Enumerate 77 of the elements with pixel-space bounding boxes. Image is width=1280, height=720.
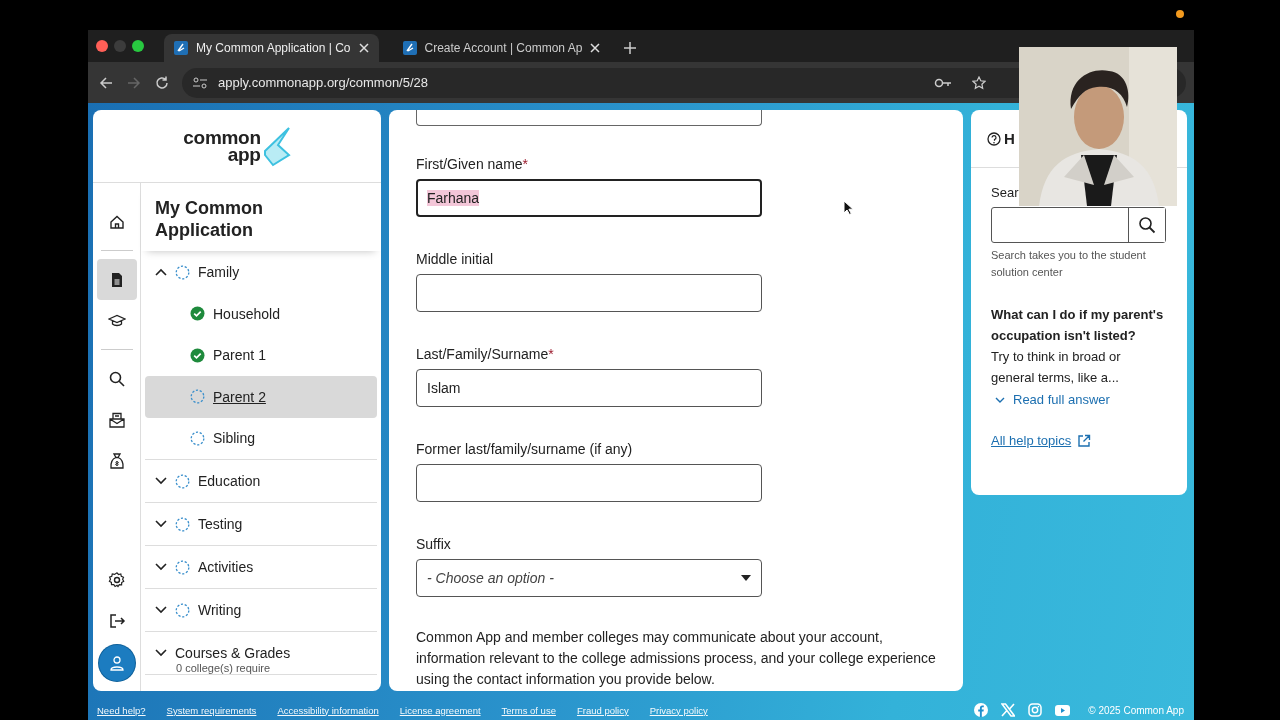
browser-tab[interactable]: Create Account | Common Ap [392,34,611,62]
chevron-up-icon [155,268,167,276]
input-field[interactable] [416,274,762,312]
section-item[interactable]: Education [145,460,377,502]
site-settings-icon[interactable] [192,75,208,90]
browser-tab[interactable]: My Common Application | Co [164,34,379,62]
subsection-item[interactable]: Household [145,293,377,335]
notice-text: Common App and member colleges may communicate about your account, information relevant to the college admissions process, and your college experience using the contact information you provide below. [416,628,936,689]
field-label: First/Given name* [416,155,530,173]
key-icon[interactable] [934,76,952,89]
maximize-window-icon[interactable] [132,40,144,52]
search-button[interactable] [1128,208,1165,242]
search-hint: Search takes you to the student solution center [991,248,1147,280]
url-text: apply.commonapp.org/common/5/28 [218,75,429,90]
document-button[interactable] [96,259,137,300]
search-label: Sear [991,185,1020,201]
profile-button[interactable] [98,645,135,681]
help-topics-link[interactable]: All help topics [991,433,1072,448]
back-icon[interactable] [98,74,114,91]
copyright-text: © 2025 Common App [1088,704,1184,716]
star-icon[interactable] [972,75,986,90]
new-tab-icon[interactable] [624,42,637,54]
subsection-item[interactable]: Parent 2 [145,376,377,418]
input-field[interactable]: Farhana [416,179,762,217]
section-item[interactable]: Family [145,251,377,293]
input-field[interactable] [416,464,762,502]
recording-dot-icon [1176,10,1184,18]
section-item[interactable]: Writing [145,589,377,631]
caret-icon [741,575,751,581]
section-item[interactable]: Activities [145,546,377,588]
chevron-down-icon [995,396,1005,403]
field-label: Last/Family/Surname* [416,345,555,363]
logo-text: app [226,146,261,163]
sign-out-icon [107,611,126,630]
site-icon [174,41,188,55]
settings-icon [107,570,126,589]
read-more-link[interactable]: Read full answer [991,392,1110,407]
footer-link[interactable]: Accessibility information [277,704,379,716]
close-icon[interactable] [358,43,369,53]
chevron-down-icon [155,520,167,528]
facebook-icon[interactable] [974,703,989,717]
help-question: What can I do if my parent's occupation isn't listed? [991,306,1165,345]
search-field[interactable] [991,207,1166,243]
select-field[interactable]: - Choose an option - [416,559,762,597]
reload-icon[interactable] [154,74,170,91]
video-play-icon[interactable] [1055,704,1071,716]
close-icon[interactable] [590,43,601,53]
page-heading: My Common Application [141,183,381,251]
section-item[interactable]: Testing [145,503,377,545]
search-icon [1138,216,1156,234]
footer-link[interactable]: License agreement [399,704,481,716]
inbox-icon [107,410,126,429]
user-icon [108,655,125,671]
site-icon [402,41,417,55]
chevron-down-icon [155,563,167,571]
cursor-icon [843,200,853,215]
requirement-note: 0 college(s) require [175,662,272,674]
panel-title: H [1004,130,1015,147]
field-label: Former last/family/surname (if any) [416,440,634,458]
chevron-down-icon [155,649,167,657]
logo-text: common [183,129,261,146]
chevron-down-icon [155,606,167,614]
money-bag-icon [107,451,126,470]
field-label: Suffix [416,535,452,553]
help-icon [987,131,1001,146]
field-label: Middle initial [416,250,495,268]
footer-link[interactable]: Need help? [97,704,146,716]
select-field[interactable] [416,110,762,126]
subsection-item[interactable]: Sibling [145,417,377,459]
footer-link[interactable]: System requirements [166,704,257,716]
input-field[interactable]: Islam [416,369,762,407]
help-answer: Try to think in broad or general terms, like a... [991,348,1122,387]
close-window-icon[interactable] [96,40,108,52]
search-icon [107,369,126,388]
external-link-icon[interactable] [1077,433,1092,448]
subsection-item[interactable]: Parent 1 [145,334,377,376]
chevron-down-icon [155,477,167,485]
